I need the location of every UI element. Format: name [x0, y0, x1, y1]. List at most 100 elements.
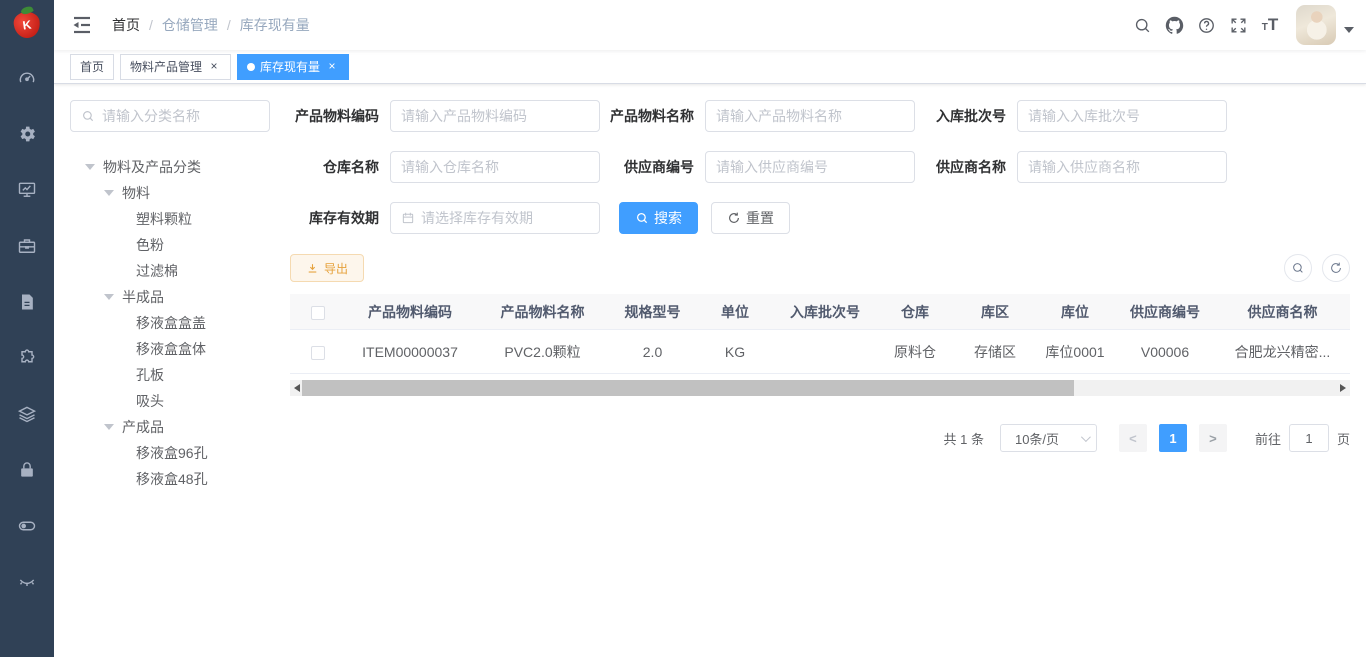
- download-icon: [306, 262, 319, 275]
- field-label: 产品物料编码: [290, 106, 390, 126]
- next-page-button[interactable]: >: [1199, 424, 1227, 452]
- text-input-供应商名称[interactable]: [1028, 159, 1216, 175]
- eye-closed-icon[interactable]: [0, 554, 54, 610]
- field-label: 仓库名称: [290, 157, 390, 177]
- column-header-入库批次号: 入库批次号: [775, 302, 875, 322]
- tree-node-label: 移液盒盒体: [136, 339, 206, 359]
- field-label: 供应商名称: [917, 157, 1017, 177]
- text-input-产品物料名称[interactable]: [716, 108, 904, 124]
- category-search-box: [70, 100, 270, 132]
- export-button-label: 导出: [324, 260, 348, 277]
- tree-node-移液盒48孔[interactable]: 移液盒48孔: [70, 466, 270, 492]
- tree-node-label: 孔板: [136, 365, 164, 385]
- form-field-产品物料编码: 产品物料编码: [290, 100, 605, 132]
- column-header-仓库: 仓库: [875, 302, 955, 322]
- input-wrap: [705, 100, 915, 132]
- page-size-select[interactable]: 10条/页: [1000, 424, 1097, 452]
- tree-node-塑料颗粒[interactable]: 塑料颗粒: [70, 206, 270, 232]
- scroll-left-arrow-icon[interactable]: [294, 384, 300, 392]
- cell-供应商编号: V00006: [1115, 344, 1215, 360]
- font-size-icon[interactable]: TT: [1254, 9, 1286, 41]
- fullscreen-icon[interactable]: [1222, 9, 1254, 41]
- scroll-right-arrow-icon[interactable]: [1340, 384, 1346, 392]
- caret-down-icon[interactable]: [1344, 27, 1354, 33]
- briefcase-icon[interactable]: [0, 218, 54, 274]
- puzzle-icon[interactable]: [0, 330, 54, 386]
- text-input-供应商编号[interactable]: [716, 159, 904, 175]
- row-checkbox[interactable]: [311, 346, 325, 360]
- page-number-button[interactable]: 1: [1159, 424, 1187, 452]
- goto-page-input[interactable]: [1289, 424, 1329, 452]
- lock-icon[interactable]: [0, 442, 54, 498]
- category-tree-panel: 物料及产品分类物料塑料颗粒色粉过滤棉半成品移液盒盒盖移液盒盒体孔板吸头产成品移液…: [70, 100, 270, 492]
- field-label: 产品物料名称: [605, 106, 705, 126]
- cell-仓库: 原料仓: [875, 342, 955, 362]
- collapse-menu-icon[interactable]: [70, 13, 94, 37]
- tree-node-孔板[interactable]: 孔板: [70, 362, 270, 388]
- breadcrumb-item[interactable]: 首页: [112, 15, 140, 35]
- input-wrap: [705, 151, 915, 183]
- row-checkbox-cell: [290, 343, 345, 359]
- tree-node-产成品[interactable]: 产成品: [70, 414, 270, 440]
- tab-首页[interactable]: 首页: [70, 54, 114, 80]
- github-icon[interactable]: [1158, 9, 1190, 41]
- calendar-icon: [401, 211, 415, 225]
- search-button[interactable]: 搜索: [619, 202, 698, 234]
- tree-node-物料及产品分类[interactable]: 物料及产品分类: [70, 154, 270, 180]
- select-all-checkbox[interactable]: [311, 306, 325, 320]
- tree-node-label: 移液盒96孔: [136, 443, 208, 463]
- tree-node-label: 物料及产品分类: [103, 157, 201, 177]
- text-input-产品物料编码[interactable]: [401, 108, 589, 124]
- date-input-库存有效期[interactable]: [421, 210, 589, 226]
- gear-icon[interactable]: [0, 106, 54, 162]
- tab-库存现有量[interactable]: 库存现有量×: [237, 54, 349, 80]
- refresh-icon-button[interactable]: [1322, 254, 1350, 282]
- tree-node-色粉[interactable]: 色粉: [70, 232, 270, 258]
- caret-down-icon[interactable]: [104, 424, 114, 430]
- search-icon[interactable]: [1126, 9, 1158, 41]
- export-button[interactable]: 导出: [290, 254, 364, 282]
- caret-down-icon[interactable]: [104, 294, 114, 300]
- caret-down-icon[interactable]: [85, 164, 95, 170]
- close-icon[interactable]: ×: [325, 60, 339, 74]
- dashboard-icon[interactable]: [0, 50, 54, 106]
- zoom-icon-button[interactable]: [1284, 254, 1312, 282]
- reset-button[interactable]: 重置: [711, 202, 790, 234]
- tree-node-吸头[interactable]: 吸头: [70, 388, 270, 414]
- breadcrumb-separator: /: [149, 17, 153, 33]
- caret-down-icon[interactable]: [104, 190, 114, 196]
- column-header-产品物料编码: 产品物料编码: [345, 302, 475, 322]
- text-input-仓库名称[interactable]: [401, 159, 589, 175]
- tab-物料产品管理[interactable]: 物料产品管理×: [120, 54, 231, 80]
- user-avatar[interactable]: [1296, 5, 1336, 45]
- prev-page-button[interactable]: <: [1119, 424, 1147, 452]
- horizontal-scrollbar: [290, 380, 1350, 396]
- scrollbar-thumb[interactable]: [302, 380, 1074, 396]
- toggle-icon[interactable]: [0, 498, 54, 554]
- tree-node-移液盒96孔[interactable]: 移液盒96孔: [70, 440, 270, 466]
- monitor-chart-icon[interactable]: [0, 162, 54, 218]
- close-icon[interactable]: ×: [207, 60, 221, 74]
- column-header-库区: 库区: [955, 302, 1035, 322]
- cell-产品物料名称: PVC2.0颗粒: [475, 342, 610, 362]
- tree-node-物料[interactable]: 物料: [70, 180, 270, 206]
- tree-node-半成品[interactable]: 半成品: [70, 284, 270, 310]
- text-input-入库批次号[interactable]: [1028, 108, 1216, 124]
- document-icon[interactable]: [0, 274, 54, 330]
- cell-单位: KG: [695, 344, 775, 360]
- tags-view-bar: 首页物料产品管理×库存现有量×: [54, 50, 1366, 84]
- tree-node-移液盒盒体[interactable]: 移液盒盒体: [70, 336, 270, 362]
- search-form: 产品物料编码产品物料名称入库批次号仓库名称供应商编号供应商名称库存有效期 搜索 …: [290, 100, 1350, 234]
- form-buttons: 搜索 重置: [605, 202, 917, 234]
- category-search-input[interactable]: [102, 108, 259, 124]
- tree-node-label: 移液盒48孔: [136, 469, 208, 489]
- field-label: 供应商编号: [605, 157, 705, 177]
- tree-node-过滤棉[interactable]: 过滤棉: [70, 258, 270, 284]
- search-button-label: 搜索: [654, 208, 682, 228]
- layers-icon[interactable]: [0, 386, 54, 442]
- field-label: 入库批次号: [917, 106, 1017, 126]
- question-icon[interactable]: [1190, 9, 1222, 41]
- input-wrap: [1017, 151, 1227, 183]
- tree-node-移液盒盒盖[interactable]: 移液盒盒盖: [70, 310, 270, 336]
- column-header-供应商名称: 供应商名称: [1215, 302, 1350, 322]
